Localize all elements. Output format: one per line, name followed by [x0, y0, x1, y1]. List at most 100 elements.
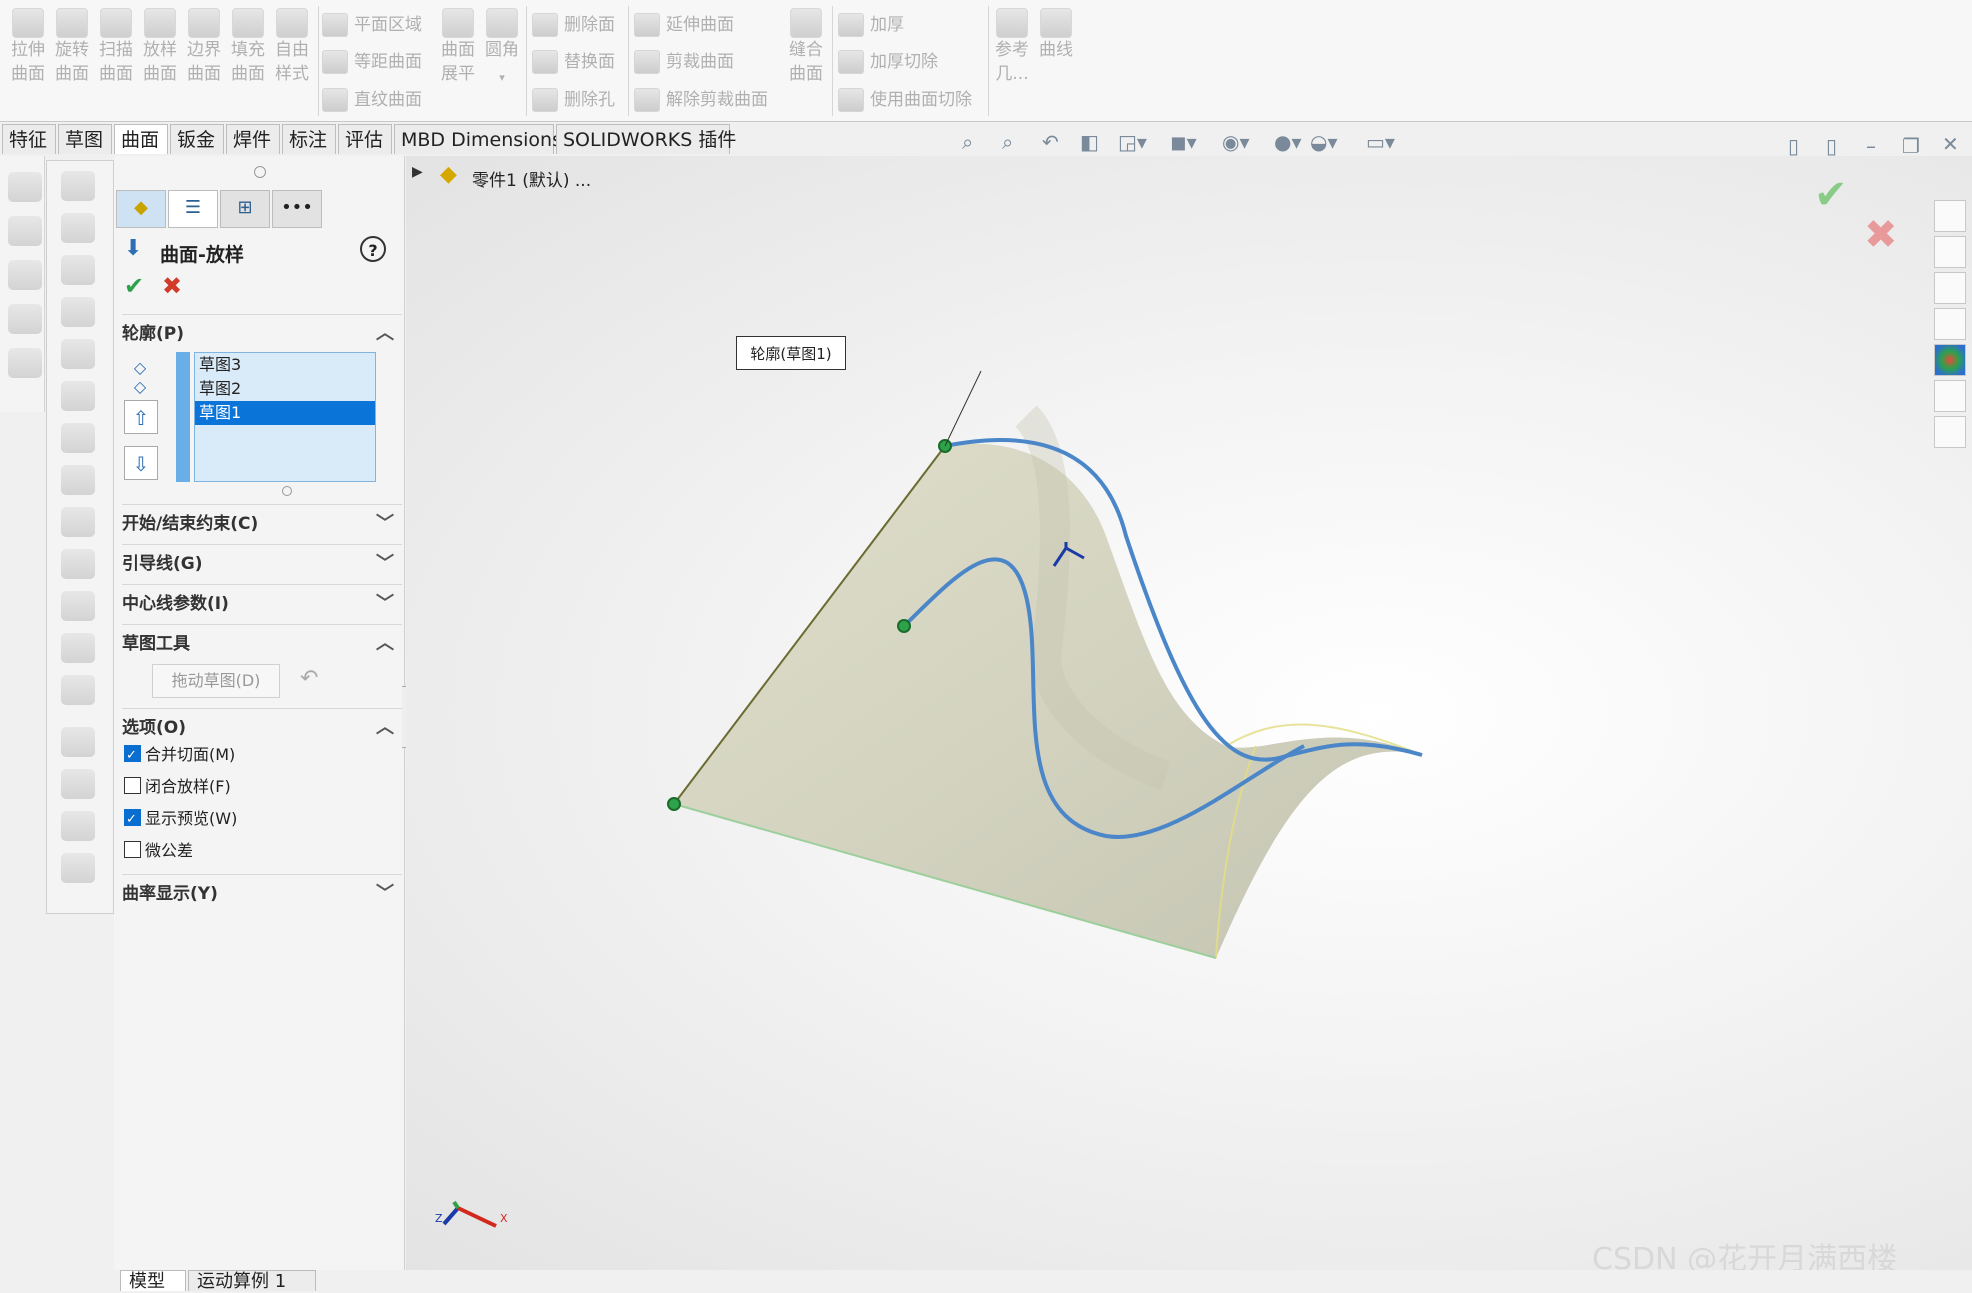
knit-surface-button[interactable]: 缝合 曲面 [784, 8, 828, 86]
zoom-to-area-icon[interactable]: ⌕ [1002, 130, 1013, 156]
confirm-corner-cancel-icon[interactable]: ✖ [1864, 212, 1898, 258]
ruled-surface-icon[interactable] [61, 549, 95, 579]
sweep-surface-button[interactable]: 扫描 曲面 [94, 8, 138, 86]
close-loft-checkbox[interactable]: 闭合放样(F) [124, 774, 231, 800]
view-palette-icon[interactable] [1934, 308, 1966, 340]
dropdown-arrow-icon[interactable]: ▾ [480, 66, 524, 90]
configuration-manager-tab[interactable]: ⊞ [220, 190, 270, 228]
fillet-button[interactable]: 圆角 ▾ [480, 8, 524, 90]
view-orientation-icon[interactable]: ◲▾ [1118, 130, 1147, 156]
ok-button[interactable]: ✔ [124, 272, 144, 300]
polyline-icon[interactable] [8, 260, 42, 290]
checkbox-checked[interactable] [124, 743, 141, 769]
offset-surface-icon[interactable] [61, 507, 95, 537]
thicken-button[interactable]: 加厚 [838, 10, 904, 40]
coil-icon[interactable] [8, 348, 42, 378]
offset-surface-button[interactable]: 等距曲面 [322, 47, 422, 77]
merge-tangent-faces-checkbox[interactable]: 合并切面(M) [124, 742, 235, 769]
boundary-surface-icon[interactable] [61, 339, 95, 369]
replace-face-button[interactable]: 替换面 [532, 47, 615, 77]
section-constraints-header[interactable]: 开始/结束约束(C) ﹀ [122, 504, 402, 543]
tab-sketch[interactable]: 草图 [58, 124, 112, 154]
delete-face-icon[interactable] [61, 591, 95, 621]
thicken-icon[interactable] [61, 853, 95, 883]
drag-sketch-button[interactable]: 拖动草图(D) [152, 664, 280, 698]
fill-surface-button[interactable]: 填充 曲面 [226, 8, 270, 86]
move-down-button[interactable]: ⇩ [124, 446, 158, 480]
apply-scene-icon[interactable]: ◒▾ [1310, 130, 1338, 156]
tab-sheet-metal[interactable]: 钣金 [170, 124, 224, 154]
list-item[interactable]: 草图2 [195, 377, 375, 401]
tab-evaluate[interactable]: 评估 [338, 124, 392, 154]
view-settings-icon[interactable]: ▭▾ [1366, 130, 1395, 156]
untrim-surface-button[interactable]: 解除剪裁曲面 [634, 85, 768, 115]
edit-appearance-icon[interactable]: ●▾ [1274, 130, 1302, 156]
checkbox-unchecked[interactable] [124, 841, 141, 858]
help-button[interactable]: ? [360, 236, 386, 262]
extend-surface-icon[interactable] [61, 727, 95, 757]
more-tabs-button[interactable]: ••• [272, 190, 322, 228]
tab-surfaces[interactable]: 曲面 [114, 124, 168, 154]
micro-tolerance-checkbox[interactable]: 微公差 [124, 838, 193, 864]
profile-callout[interactable]: 轮廓(草图1) [736, 336, 846, 370]
section-centerline-header[interactable]: 中心线参数(I) ﹀ [122, 584, 402, 623]
confirm-corner-ok-icon[interactable]: ✔ [1814, 172, 1848, 218]
tab-solidworks-addins[interactable]: SOLIDWORKS 插件 [556, 124, 736, 154]
move-up-button[interactable]: ⇧ [124, 400, 158, 434]
section-guides-header[interactable]: 引导线(G) ﹀ [122, 544, 402, 583]
tab-motion-study[interactable]: 运动算例 1 [188, 1270, 316, 1292]
forum-icon[interactable] [1934, 416, 1966, 448]
display-style-icon[interactable]: ◼▾ [1170, 130, 1197, 156]
surface-cut-button[interactable]: 使用曲面切除 [838, 85, 972, 115]
section-curvature-header[interactable]: 曲率显示(Y) ﹀ [122, 874, 402, 913]
cancel-button[interactable]: ✖ [162, 272, 182, 300]
tab-features[interactable]: 特征 [2, 124, 56, 154]
planar-surface-icon[interactable] [61, 423, 95, 453]
splitter-handle[interactable] [254, 166, 266, 178]
design-library-icon[interactable] [1934, 236, 1966, 268]
trim-surface-button[interactable]: 剪裁曲面 [634, 47, 734, 77]
curves-button[interactable]: 曲线 [1034, 8, 1078, 62]
boundary-surface-button[interactable]: 边界 曲面 [182, 8, 226, 86]
home-icon[interactable] [1934, 200, 1966, 232]
show-preview-checkbox[interactable]: 显示预览(W) [124, 806, 237, 833]
thicken-cut-button[interactable]: 加厚切除 [838, 47, 938, 77]
feature-manager-tab[interactable]: ◆ [116, 190, 166, 228]
section-view-icon[interactable]: ◧ [1080, 130, 1099, 156]
fill-surface-icon[interactable] [61, 381, 95, 411]
zoom-to-fit-icon[interactable]: ⌕ [962, 130, 973, 156]
cylinder-icon[interactable] [8, 216, 42, 246]
undo-icon[interactable]: ↶ [300, 666, 318, 691]
delete-face-button[interactable]: 删除面 [532, 10, 615, 40]
file-explorer-icon[interactable] [1934, 272, 1966, 304]
ruled-surface-button[interactable]: 直纹曲面 [322, 85, 422, 115]
extrude-surface-icon[interactable] [61, 171, 95, 201]
extrude-surface-button[interactable]: 拉伸 曲面 [6, 8, 50, 86]
tab-mbd-dimensions[interactable]: MBD Dimensions [394, 124, 562, 154]
box-icon[interactable] [8, 172, 42, 202]
revolve-surface-icon[interactable] [61, 213, 95, 243]
sweep-surface-icon[interactable] [61, 255, 95, 285]
planar-surface-button[interactable]: 平面区域 [322, 10, 422, 40]
previous-view-icon[interactable]: ↶ [1042, 130, 1059, 156]
hide-show-items-icon[interactable]: ◉▾ [1222, 130, 1250, 156]
property-manager-tab[interactable]: ☰ [168, 190, 218, 228]
delete-hole-button[interactable]: 删除孔 [532, 85, 615, 115]
list-item[interactable]: 草图1 [195, 401, 375, 425]
tab-weldments[interactable]: 焊件 [226, 124, 280, 154]
section-sketch-tools-header[interactable]: 草图工具 ︿ [122, 624, 402, 663]
reference-geometry-button[interactable]: 参考 几... [990, 8, 1034, 86]
tab-model[interactable]: 模型 [120, 1270, 186, 1292]
profiles-listbox[interactable]: 草图3 草图2 草图1 [194, 352, 376, 482]
trim-surface-icon[interactable] [61, 769, 95, 799]
close-icon[interactable]: ✕ [1942, 132, 1959, 158]
revolve-surface-button[interactable]: 旋转 曲面 [50, 8, 94, 86]
freeform-button[interactable]: 自由 样式 [270, 8, 314, 86]
extend-surface-button[interactable]: 延伸曲面 [634, 10, 734, 40]
replace-face-icon[interactable] [61, 633, 95, 663]
custom-properties-icon[interactable] [1934, 380, 1966, 412]
section-profile-header[interactable]: 轮廓(P) ︿ [122, 314, 402, 353]
tab-markup[interactable]: 标注 [282, 124, 336, 154]
knit-surface-icon[interactable] [61, 675, 95, 705]
spiral-icon[interactable] [8, 304, 42, 334]
